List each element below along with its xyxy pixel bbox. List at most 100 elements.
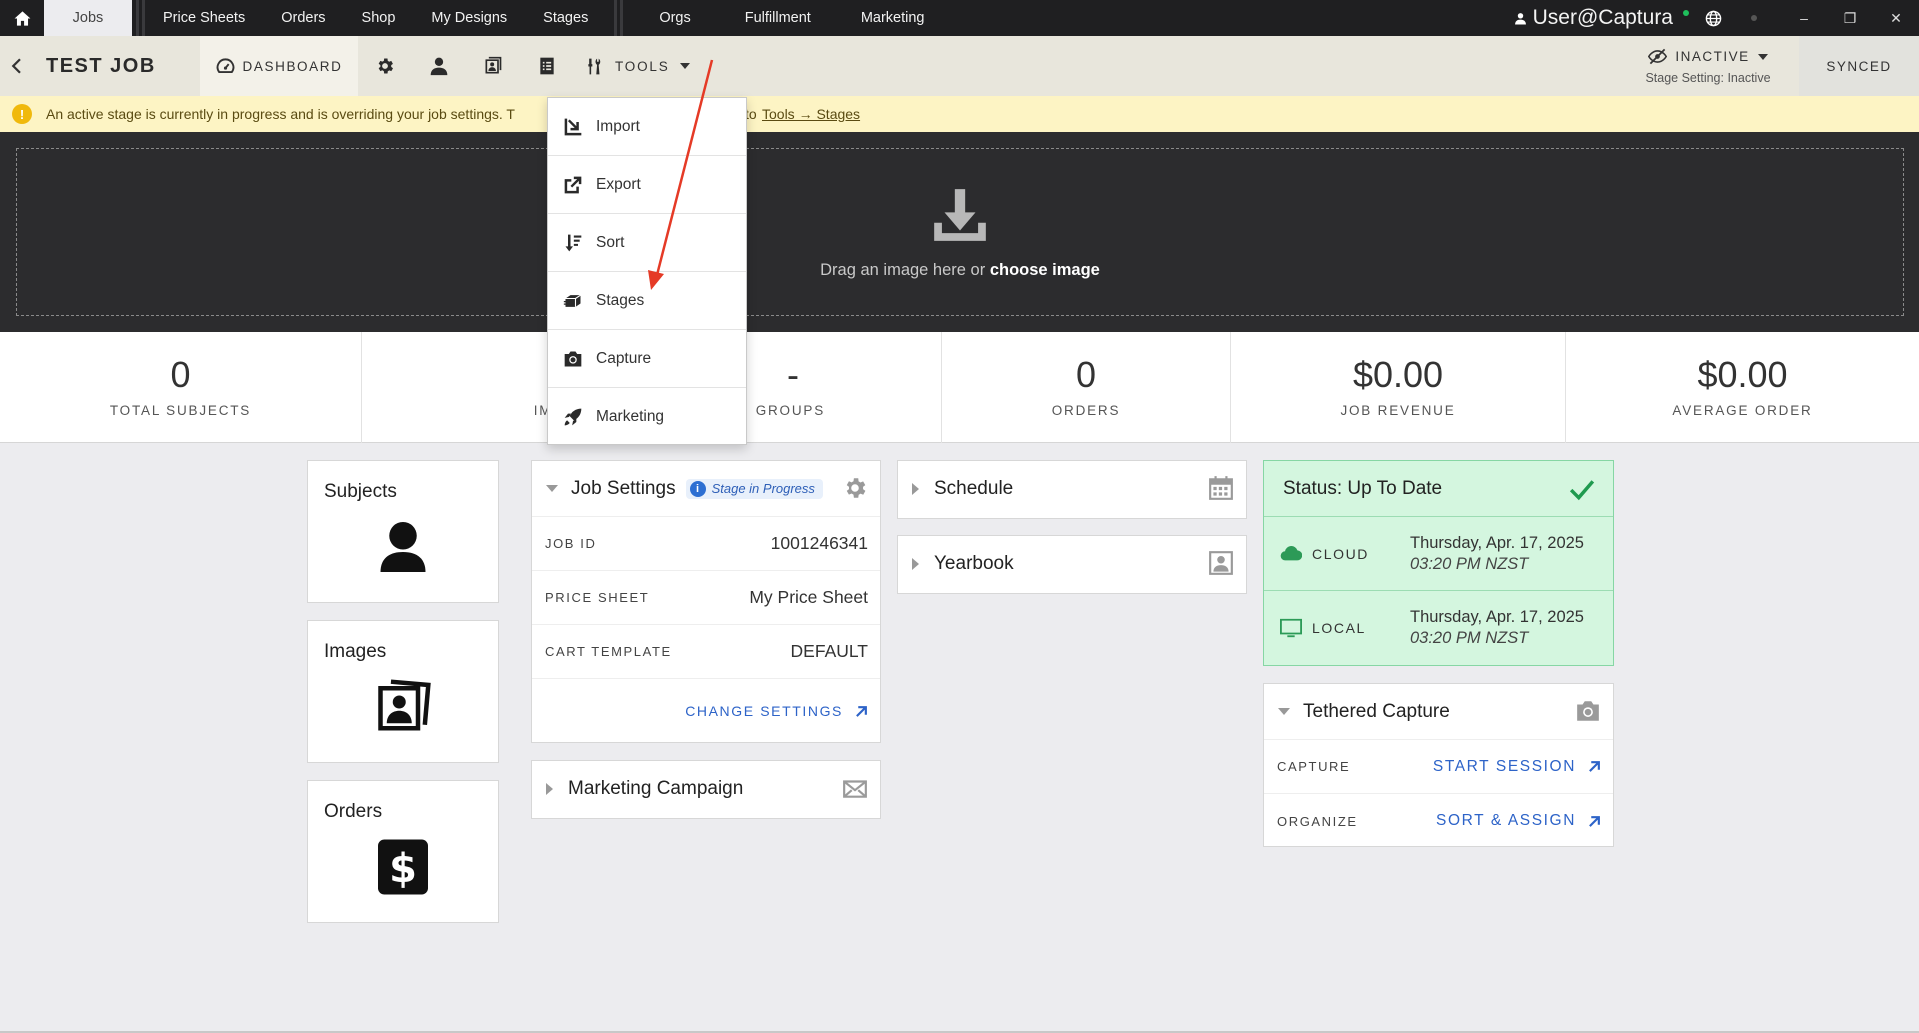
local-date: Thursday, Apr. 17, 2025 [1410,608,1584,626]
nav-marketing[interactable]: Marketing [843,0,943,36]
schedule-title: Schedule [934,478,1014,499]
menu-item-import[interactable]: Import [548,98,746,156]
expand-caret-icon [912,483,919,495]
tab-subjects[interactable] [412,36,466,96]
tools-menu-button[interactable]: TOOLS [574,36,700,96]
tab-dashboard-label: DASHBOARD [242,58,343,74]
yearbook-card[interactable]: Yearbook [897,535,1247,594]
sync-status[interactable]: SYNCED [1799,36,1919,96]
start-session-link[interactable]: START SESSION [1433,758,1601,776]
schedule-card[interactable]: Schedule [897,460,1247,519]
local-status-row: LOCAL Thursday, Apr. 17, 2025 03:20 PM N… [1264,591,1613,665]
sort-assign-label: SORT & ASSIGN [1436,812,1576,829]
stats-bar: 0 TOTAL SUBJECTS 0 IMAGES - GROUPS 0 ORD… [0,332,1919,443]
restore-button[interactable]: ❐ [1827,0,1873,36]
portrait-icon-wrap [1208,550,1234,582]
row-label: PRICE SHEET [545,590,650,605]
images-card-title: Images [324,641,387,662]
nav-orders[interactable]: Orders [263,0,343,36]
settings-gear-button[interactable] [842,475,868,507]
job-settings-title: Job Settings [571,477,676,499]
stat-value: 0 [1075,354,1097,395]
image-dropzone[interactable]: Drag an image here or choose image [16,148,1904,316]
stat-value: 0 [170,354,191,395]
menu-item-marketing[interactable]: Marketing [548,388,746,446]
user-menu[interactable]: User@Captura [1514,6,1673,30]
menu-item-export[interactable]: Export [548,156,746,214]
cloud-label: CLOUD [1312,545,1370,562]
subjects-card-icon-wrap [308,517,498,577]
yearbook-title: Yearbook [934,553,1014,574]
home-button[interactable] [0,0,44,36]
stat-value: - [787,354,799,395]
marketing-campaign-card[interactable]: Marketing Campaign [531,760,881,819]
nav-my-designs[interactable]: My Designs [413,0,525,36]
checkmark-icon [1569,479,1595,500]
marketing-campaign-title: Marketing Campaign [568,778,744,799]
local-timestamp: Thursday, Apr. 17, 2025 03:20 PM NZST [1410,607,1584,649]
close-button[interactable]: ✕ [1873,0,1919,36]
camera-icon [564,351,582,366]
badge-text: Stage in Progress [711,481,815,496]
back-button[interactable] [0,36,34,96]
job-id-row: JOB ID 1001246341 [532,517,880,571]
orders-card[interactable]: Orders $ [307,780,499,923]
tools-icon [588,58,601,74]
change-settings-link[interactable]: CHANGE SETTINGS [685,703,868,719]
tools-stages-link[interactable]: Tools → Stages [762,106,860,122]
change-settings-label: CHANGE SETTINGS [685,703,843,719]
tab-images[interactable] [466,36,520,96]
person-icon [380,522,426,572]
collapse-caret-icon [1278,708,1290,715]
nav-jobs[interactable]: Jobs [44,0,132,36]
menu-item-label: Export [596,175,641,193]
language-button[interactable] [1703,10,1723,27]
nav-fulfillment[interactable]: Fulfillment [725,0,843,36]
external-arrow-icon [1589,761,1600,772]
dollar-icon: $ [378,839,428,895]
job-header: TEST JOB DASHBOARD TOOLS INACTIVE Stage … [0,36,1919,103]
nav-stages[interactable]: Stages [525,0,606,36]
nav-price-sheets[interactable]: Price Sheets [145,0,263,36]
nav-shop[interactable]: Shop [344,0,414,36]
orders-card-title: Orders [324,801,383,822]
calendar-icon-wrap [1208,475,1234,507]
menu-item-label: Import [596,117,640,135]
cloud-time: 03:20 PM NZST [1410,554,1529,573]
nav-orgs[interactable]: Orgs [623,0,724,36]
yearbook-header[interactable]: Yearbook [898,536,1246,592]
minimize-button[interactable]: – [1781,0,1827,36]
portrait-icon [1209,551,1233,575]
mail-icon [843,780,867,798]
stage-status-selector[interactable]: INACTIVE Stage Setting: Inactive [1633,36,1783,96]
row-label: CAPTURE [1277,759,1351,774]
images-card[interactable]: Images [307,620,499,763]
choose-image-link[interactable]: choose image [990,261,1100,279]
person-icon [430,57,448,76]
marketing-campaign-header[interactable]: Marketing Campaign [532,761,880,817]
tethered-capture-header[interactable]: Tethered Capture [1264,684,1613,740]
schedule-header[interactable]: Schedule [898,461,1246,517]
warning-text: An active stage is currently in progress… [46,106,515,122]
price-sheet-row: PRICE SHEET My Price Sheet [532,571,880,625]
menu-item-label: Sort [596,233,625,251]
drop-instruction: Drag an image here or [820,261,986,279]
sort-assign-link[interactable]: SORT & ASSIGN [1436,812,1601,830]
mail-icon-wrap [842,775,868,807]
subjects-card[interactable]: Subjects [307,460,499,603]
tab-settings[interactable] [358,36,412,96]
menu-item-capture[interactable]: Capture [548,330,746,388]
start-session-label: START SESSION [1432,757,1576,775]
svg-text:$: $ [389,846,417,892]
info-icon: i [689,480,706,497]
menu-item-stages[interactable]: Stages [548,272,746,330]
chevron-left-icon [11,58,21,74]
status-header: Status: Up To Date [1264,461,1613,517]
menu-item-sort[interactable]: Sort [548,214,746,272]
job-settings-header[interactable]: Job Settings i Stage in Progress [532,461,880,517]
rocket-icon [564,408,582,426]
tab-price-sheet[interactable] [520,36,574,96]
calendar-icon [1209,476,1233,500]
nav-separator [136,0,139,36]
tab-dashboard[interactable]: DASHBOARD [200,36,358,103]
